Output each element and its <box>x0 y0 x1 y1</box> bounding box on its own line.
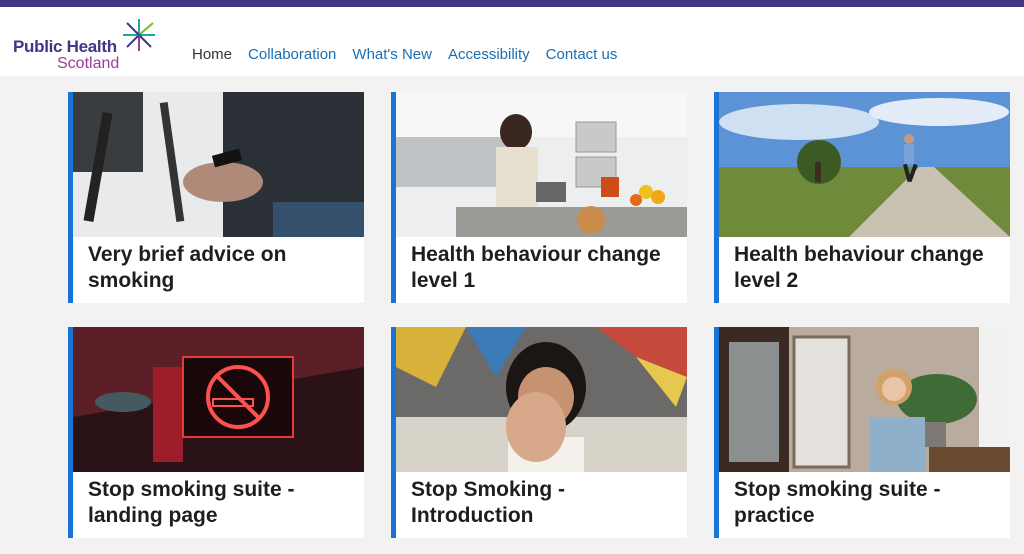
nav-collaboration[interactable]: Collaboration <box>248 46 336 63</box>
photo-hands-phone-icon <box>73 92 364 237</box>
nav-whats-new[interactable]: What's New <box>352 46 432 63</box>
logo-text-line1: Public Health <box>13 37 117 56</box>
card-stop-smoking-landing[interactable]: Stop smoking suite - landing page <box>68 327 364 538</box>
card-title: Very brief advice on smoking <box>88 243 287 292</box>
card-stop-smoking-practice[interactable]: Stop smoking suite - practice <box>714 327 1010 538</box>
card-title: Stop smoking suite - landing page <box>88 478 295 527</box>
photo-runner-countryside-icon <box>719 92 1010 237</box>
card-title: Health behaviour change level 2 <box>734 243 984 292</box>
card-title: Stop Smoking - Introduction <box>411 478 565 527</box>
photo-no-smoking-sign-icon <box>73 327 364 472</box>
photo-kitchen-cooking-icon <box>396 92 687 237</box>
nav-accessibility[interactable]: Accessibility <box>448 46 530 63</box>
logo-text-line2: Scotland <box>57 55 120 72</box>
logo-star-icon <box>123 19 155 51</box>
card-very-brief-advice[interactable]: Very brief advice on smoking <box>68 92 364 303</box>
card-title: Stop smoking suite - practice <box>734 478 941 527</box>
card-health-behaviour-1[interactable]: Health behaviour change level 1 <box>391 92 687 303</box>
main-nav: Home Collaboration What's New Accessibil… <box>192 46 633 63</box>
nav-home[interactable]: Home <box>192 46 232 63</box>
photo-child-hand-stop-icon <box>396 327 687 472</box>
photo-smiling-woman-icon <box>719 327 1010 472</box>
public-health-scotland-logo[interactable]: Public Health Scotland <box>13 19 163 72</box>
site-header: Public Health Scotland Home Collaboratio… <box>0 7 1024 76</box>
card-stop-smoking-intro[interactable]: Stop Smoking - Introduction <box>391 327 687 538</box>
card-title: Health behaviour change level 1 <box>411 243 661 292</box>
nav-contact-us[interactable]: Contact us <box>546 46 618 63</box>
top-accent-bar <box>0 0 1024 7</box>
card-health-behaviour-2[interactable]: Health behaviour change level 2 <box>714 92 1010 303</box>
